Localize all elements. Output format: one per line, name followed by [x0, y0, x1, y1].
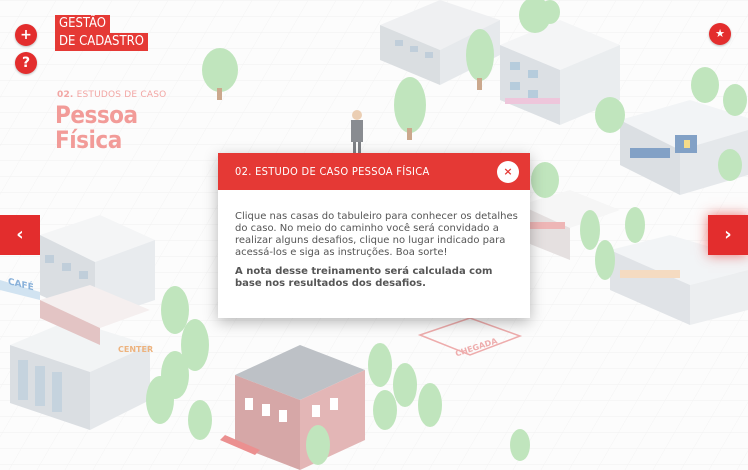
plus-button[interactable]: +: [15, 24, 37, 46]
dialog-grade-note: A nota desse treinamento será calculada …: [235, 266, 493, 289]
dialog-body: Clique nas casas do tabuleiro para conhe…: [235, 211, 520, 290]
prev-arrow-button[interactable]: ‹: [0, 215, 40, 255]
section-number: 02.: [57, 90, 74, 100]
dialog-title: 02. ESTUDO DE CASO PESSOA FÍSICA: [235, 165, 430, 178]
section-label: 02. ESTUDOS DE CASO: [57, 90, 166, 100]
course-title: GESTÃO DE CADASTRO: [55, 15, 148, 51]
next-arrow-button[interactable]: ›: [708, 215, 748, 255]
dialog-instructions: Clique nas casas do tabuleiro para conhe…: [235, 211, 518, 258]
game-stage: CAFÉ CENTER CHEGADA GESTÃO DE CADASTRO +…: [0, 0, 748, 470]
star-button[interactable]: ★: [709, 23, 731, 45]
case-study-dialog: 02. ESTUDO DE CASO PESSOA FÍSICA × Cliqu…: [218, 153, 530, 318]
chevron-right-icon: ›: [724, 224, 732, 245]
close-icon: ×: [503, 165, 513, 178]
close-button[interactable]: ×: [497, 161, 519, 183]
help-button[interactable]: ?: [15, 52, 37, 74]
page-title: Pessoa Física: [55, 103, 138, 153]
course-title-line2: DE CADASTRO: [55, 33, 148, 51]
chevron-left-icon: ‹: [16, 224, 24, 245]
course-title-line1: GESTÃO: [55, 15, 110, 33]
dialog-header: 02. ESTUDO DE CASO PESSOA FÍSICA ×: [218, 153, 530, 190]
center-sign: CENTER: [118, 345, 153, 354]
section-category: ESTUDOS DE CASO: [76, 90, 167, 100]
page-title-line2: Física: [55, 126, 122, 154]
page-title-line1: Pessoa: [55, 101, 138, 129]
